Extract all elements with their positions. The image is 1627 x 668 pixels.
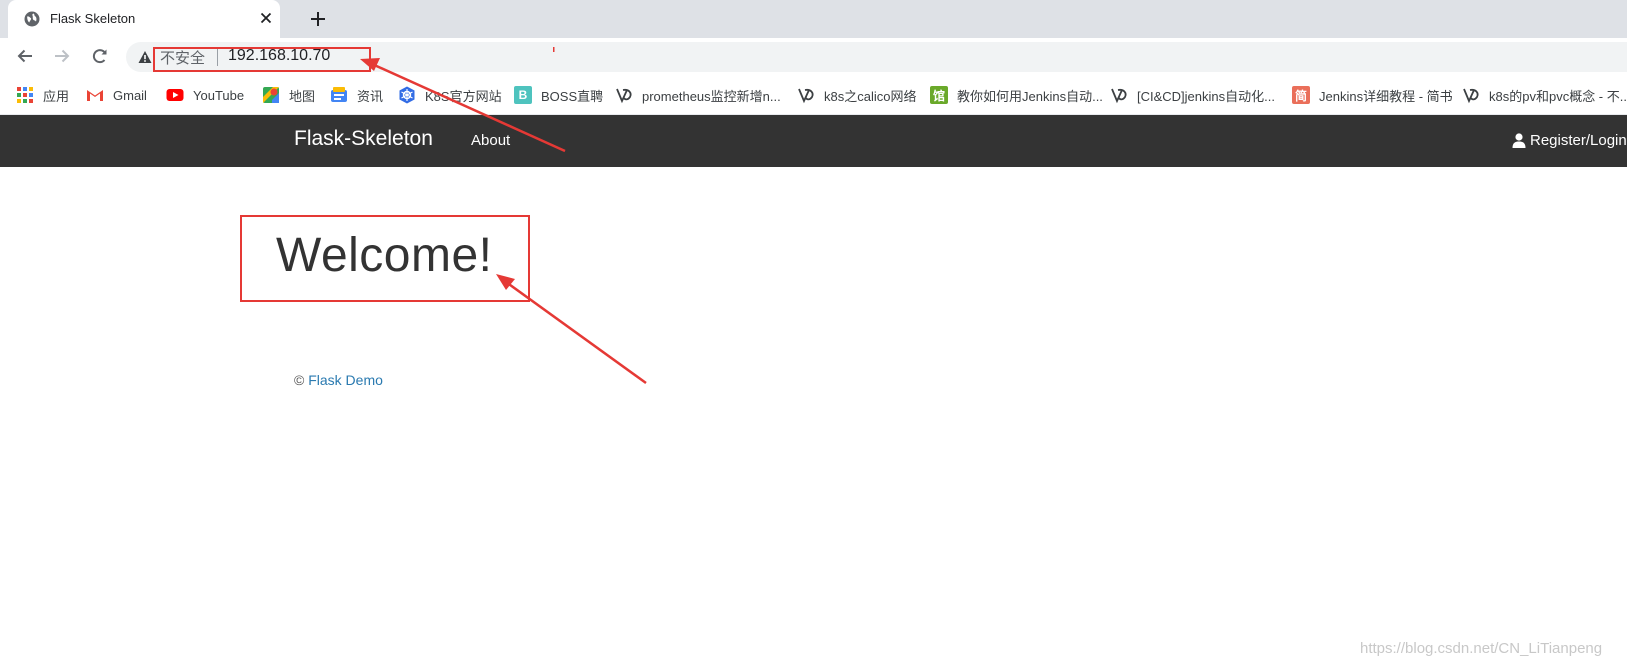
reload-icon[interactable]: [90, 46, 110, 66]
browser-window: Flask Skeleton 不安全 192.168.10.70 应用 Gmai…: [0, 0, 1627, 668]
site-navbar: Flask-Skeleton About Register/Login: [0, 115, 1627, 167]
bookmark-k8s[interactable]: K8S官方网站: [398, 85, 502, 105]
copyright-symbol: ©: [294, 372, 305, 388]
bookmark-jenkins-tutorial[interactable]: 馆 教你如何用Jenkins自动...: [930, 85, 1103, 105]
globe-icon: [24, 11, 40, 27]
page-icon: 馆: [930, 86, 948, 104]
bookmark-jenkins-jianshu[interactable]: 简 Jenkins详细教程 - 简书: [1292, 85, 1453, 105]
boss-icon: B: [514, 86, 532, 104]
gmail-icon: [87, 90, 103, 101]
tab-title: Flask Skeleton: [50, 11, 136, 26]
bookmarks-bar: 应用 Gmail YouTube 地图 资讯 K8S官方网站 B BOSS直聘 …: [0, 75, 1627, 115]
back-icon[interactable]: [15, 46, 35, 66]
bookmark-maps[interactable]: 地图: [262, 85, 315, 105]
bookmark-label: Gmail: [113, 87, 147, 103]
bookmark-label: K8S官方网站: [425, 88, 502, 104]
youtube-icon: [166, 89, 184, 101]
browser-toolbar: 不安全 192.168.10.70: [0, 38, 1627, 75]
register-login-label: Register/Login: [1530, 132, 1627, 149]
watermark: https://blog.csdn.net/CN_LiTianpeng: [1360, 640, 1603, 657]
welcome-heading: Welcome!: [276, 229, 493, 282]
bookmark-k8s-pv[interactable]: k8s的pv和pvc概念 - 不...: [1462, 85, 1627, 105]
bookmark-label: 地图: [289, 88, 316, 104]
user-icon: [1512, 133, 1526, 148]
csdn-icon: [798, 88, 814, 104]
kubernetes-icon: [399, 86, 415, 104]
maps-icon: [263, 87, 279, 103]
forward-icon[interactable]: [52, 46, 72, 66]
bookmark-label: 应用: [43, 88, 70, 104]
csdn-icon: [1111, 88, 1127, 104]
footer-link-flask-demo[interactable]: Flask Demo: [308, 372, 383, 388]
new-tab-icon[interactable]: [308, 9, 328, 29]
bookmark-label: k8s之calico网络: [824, 88, 917, 104]
bookmark-label: 教你如何用Jenkins自动...: [957, 88, 1103, 104]
bookmark-label: 资讯: [357, 88, 384, 104]
bookmark-label: prometheus监控新增n...: [642, 88, 781, 104]
bookmark-calico[interactable]: k8s之calico网络: [797, 85, 916, 105]
news-icon: [331, 87, 347, 102]
page-footer: © Flask Demo: [294, 372, 383, 388]
jianshu-icon: 简: [1292, 86, 1310, 104]
nav-link-about[interactable]: About: [471, 132, 510, 149]
bookmark-boss[interactable]: B BOSS直聘: [514, 85, 603, 105]
bookmark-gmail[interactable]: Gmail: [86, 85, 147, 105]
bookmark-apps[interactable]: 应用: [16, 85, 69, 105]
bookmark-cicd-jenkins[interactable]: [CI&CD]jenkins自动化...: [1110, 85, 1275, 105]
apps-grid-icon: [17, 87, 33, 103]
tab-strip: Flask Skeleton: [0, 0, 1627, 38]
bookmark-label: k8s的pv和pvc概念 - 不...: [1489, 88, 1627, 104]
navbar-brand[interactable]: Flask-Skeleton: [294, 127, 433, 151]
close-icon[interactable]: [258, 10, 274, 26]
browser-tab[interactable]: Flask Skeleton: [8, 0, 280, 38]
bookmark-label: YouTube: [193, 87, 245, 103]
warning-icon[interactable]: [138, 50, 152, 64]
bookmark-youtube[interactable]: YouTube: [166, 85, 244, 105]
bookmark-news[interactable]: 资讯: [330, 85, 383, 105]
bookmark-label: [CI&CD]jenkins自动化...: [1137, 88, 1275, 104]
bookmark-label: Jenkins详细教程 - 简书: [1319, 88, 1453, 104]
nav-link-register-login[interactable]: Register/Login: [1512, 132, 1627, 149]
url-highlight-box: [153, 47, 371, 72]
bookmark-label: BOSS直聘: [541, 88, 604, 104]
csdn-icon: [1463, 88, 1479, 104]
bookmark-prometheus[interactable]: prometheus监控新增n...: [615, 85, 781, 105]
csdn-icon: [616, 88, 632, 104]
